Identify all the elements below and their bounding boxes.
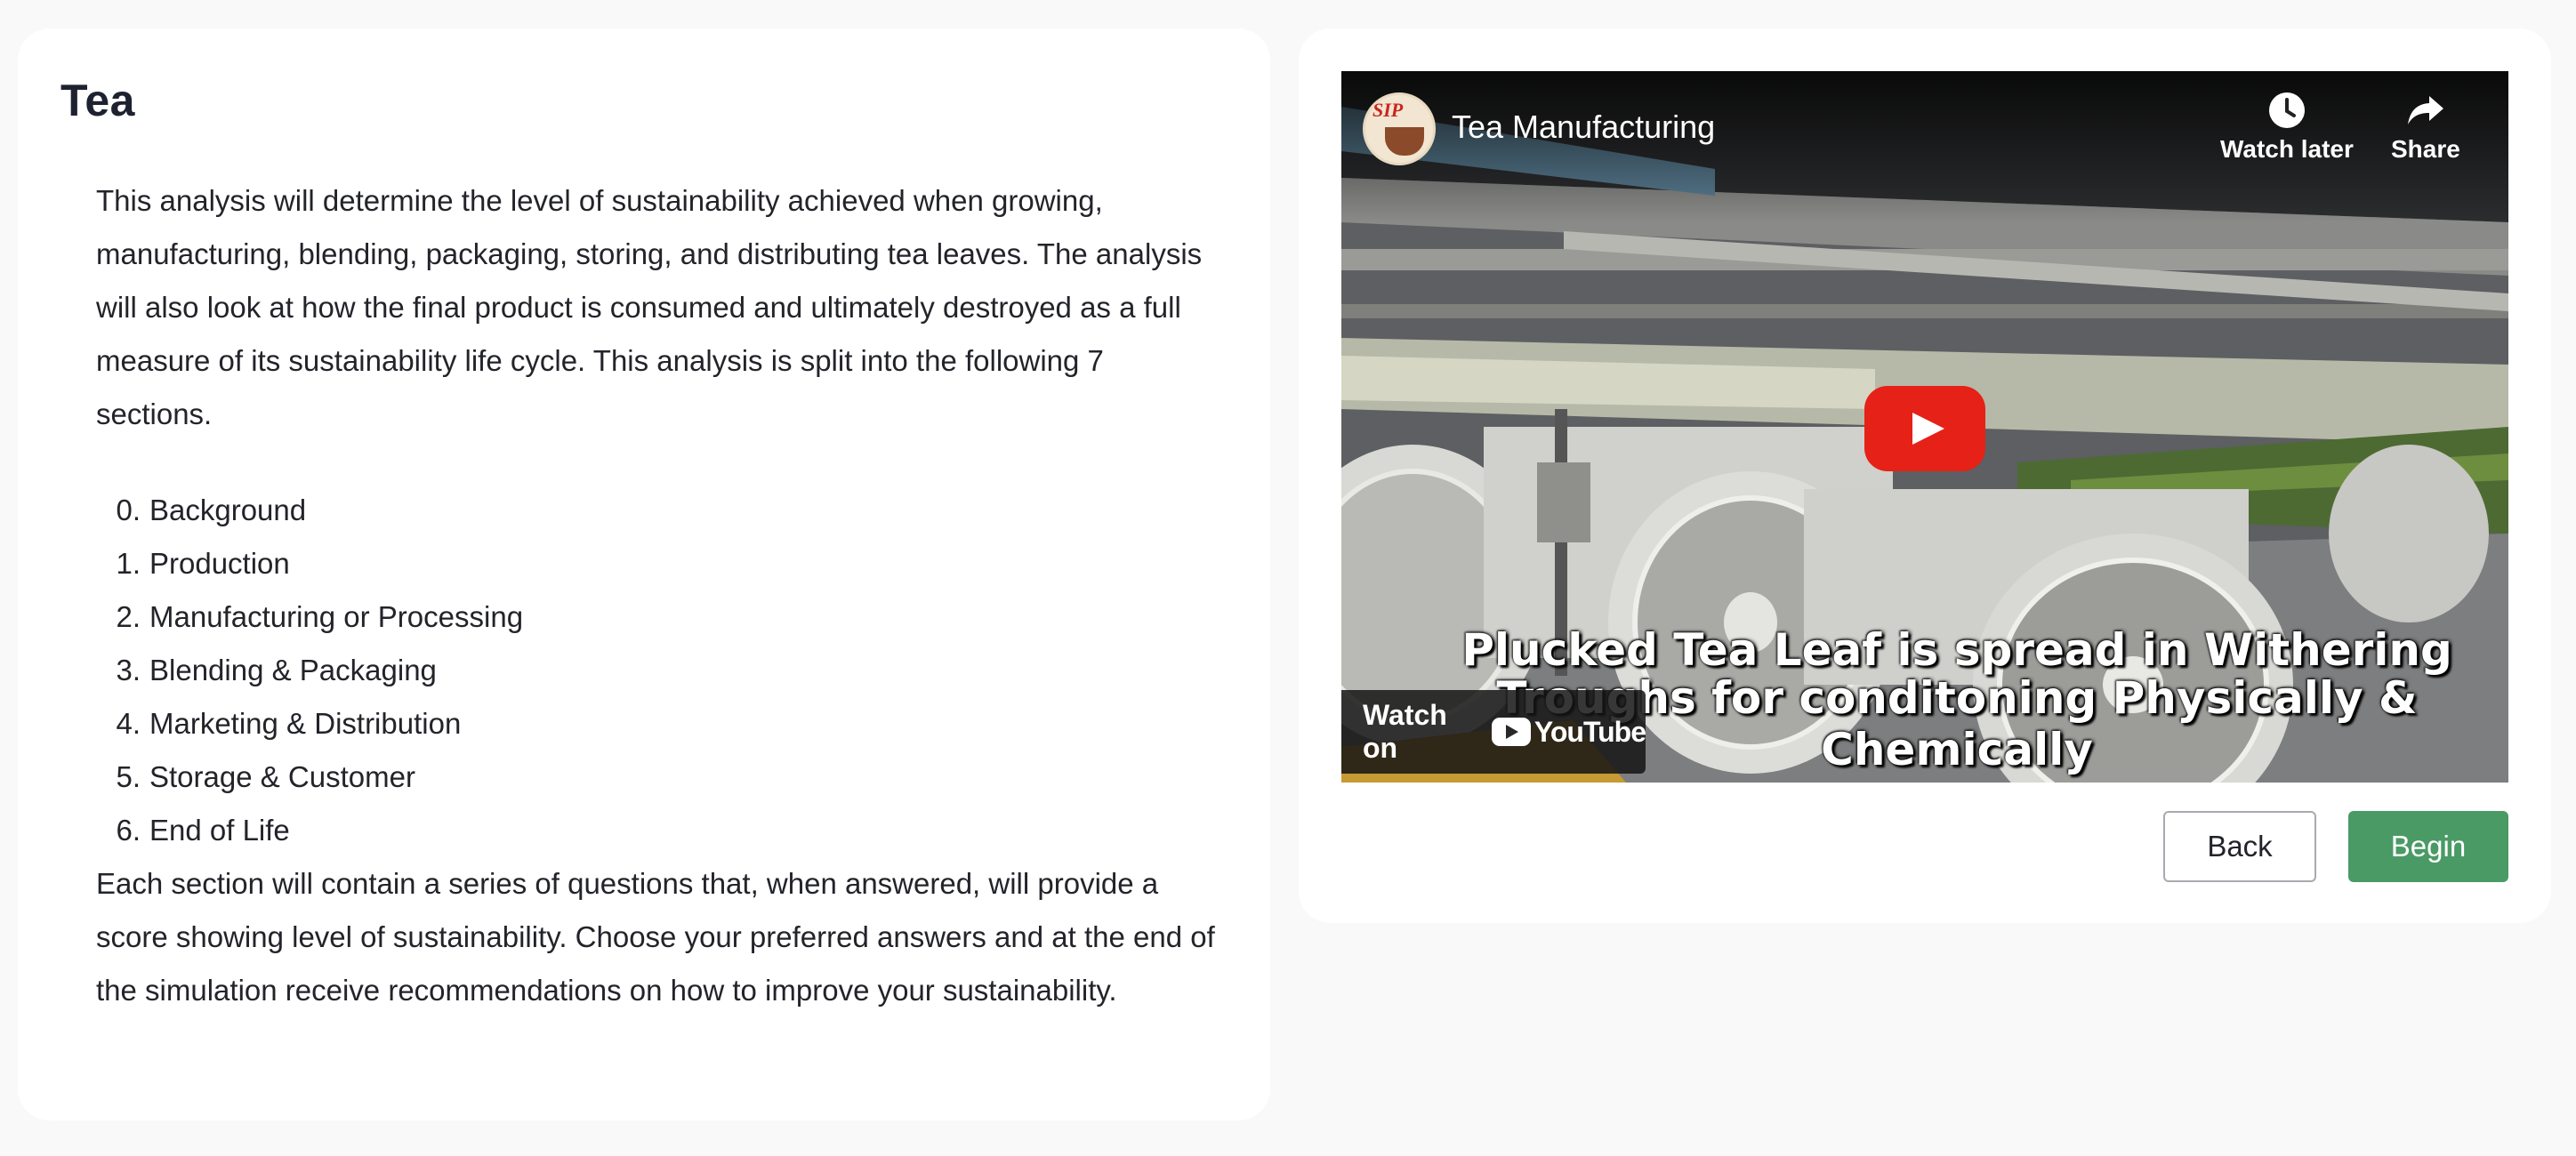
share-button[interactable]: Share — [2391, 91, 2460, 164]
watch-later-button[interactable]: Watch later — [2220, 91, 2354, 164]
watch-on-youtube-link[interactable]: Watch on YouTube — [1341, 690, 1646, 774]
share-label: Share — [2391, 135, 2460, 163]
section-item: 2. Manufacturing or Processing — [116, 590, 524, 644]
section-item: 4. Marketing & Distribution — [116, 697, 523, 751]
intro-paragraph: This analysis will determine the level o… — [96, 184, 1203, 430]
play-button[interactable] — [1864, 386, 1985, 471]
section-label: End of Life — [149, 814, 290, 847]
section-item: 3. Blending & Packaging — [116, 644, 523, 697]
watch-on-label: Watch on — [1363, 699, 1447, 764]
section-item: 0. Background — [116, 484, 523, 537]
youtube-wordmark: YouTube — [1534, 715, 1646, 748]
section-number: 4. — [116, 707, 141, 740]
section-item: 5. Storage & Customer — [116, 751, 523, 804]
sections-list: 0. Background 1. Production 2. Manufacturing … — [116, 484, 524, 857]
section-number: 5. — [116, 760, 141, 793]
tea-cup-icon — [1385, 127, 1424, 156]
begin-button[interactable]: Begin — [2348, 811, 2508, 882]
youtube-logo: YouTube — [1491, 715, 1646, 749]
video-card: SIP Tea Manufacturing Watch later Share … — [1299, 28, 2551, 923]
youtube-play-icon — [1491, 718, 1531, 746]
section-number: 2. — [116, 600, 141, 633]
share-icon — [2407, 96, 2443, 124]
video-player[interactable]: SIP Tea Manufacturing Watch later Share … — [1341, 71, 2508, 783]
section-label: Background — [149, 494, 307, 526]
page-title: Tea — [60, 76, 135, 125]
section-item: 1. Production — [116, 537, 523, 590]
section-number: 6. — [116, 814, 141, 847]
play-icon — [1912, 413, 1944, 445]
section-label: Production — [149, 547, 290, 580]
section-number: 3. — [116, 654, 141, 686]
section-item: 6. End of Life — [116, 804, 523, 857]
watch-later-label: Watch later — [2220, 135, 2354, 163]
outro-paragraph: Each section will contain a series of qu… — [96, 867, 1215, 1007]
clock-icon — [2268, 92, 2305, 128]
section-label: Marketing & Distribution — [149, 707, 462, 740]
section-label: Manufacturing or Processing — [149, 600, 524, 633]
intro-card: Tea This analysis will determine the lev… — [18, 28, 1270, 1120]
section-number: 1. — [116, 547, 141, 580]
video-title[interactable]: Tea Manufacturing — [1452, 108, 1715, 146]
channel-avatar[interactable]: SIP — [1363, 92, 1436, 165]
video-caption-line-1: Plucked Tea Leaf is spread in Withering — [1461, 624, 2452, 676]
section-number: 0. — [116, 494, 141, 526]
back-button[interactable]: Back — [2163, 811, 2316, 882]
section-label: Storage & Customer — [149, 760, 415, 793]
section-label: Blending & Packaging — [149, 654, 437, 686]
channel-logo-text: SIP — [1373, 99, 1404, 121]
